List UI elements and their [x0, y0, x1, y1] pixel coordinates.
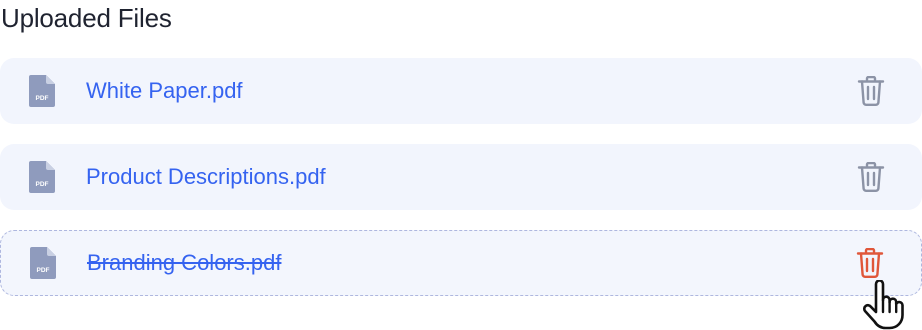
section-title: Uploaded Files [1, 3, 172, 33]
pdf-file-icon: PDF [29, 75, 55, 107]
delete-file-button[interactable] [856, 75, 886, 107]
trash-icon [856, 248, 884, 278]
file-row: PDF White Paper.pdf [0, 58, 922, 124]
file-name-link[interactable]: Product Descriptions.pdf [86, 163, 326, 191]
file-name-link[interactable]: White Paper.pdf [86, 77, 243, 105]
svg-text:PDF: PDF [37, 267, 50, 274]
file-row-removing: PDF Branding Colors.pdf [0, 230, 922, 296]
delete-file-button[interactable] [855, 247, 885, 279]
trash-icon [857, 76, 885, 106]
file-row: PDF Product Descriptions.pdf [0, 144, 922, 210]
file-name-link[interactable]: Branding Colors.pdf [87, 249, 281, 277]
trash-icon [857, 162, 885, 192]
delete-file-button[interactable] [856, 161, 886, 193]
file-list: PDF White Paper.pdf PDF Product Descript… [0, 58, 922, 316]
pdf-file-icon: PDF [30, 247, 56, 279]
pdf-file-icon: PDF [29, 161, 55, 193]
svg-text:PDF: PDF [36, 181, 49, 188]
svg-text:PDF: PDF [36, 95, 49, 102]
uploaded-files-panel: Uploaded Files PDF White Paper.pdf PDF P… [0, 0, 922, 330]
hand-pointer-icon [863, 280, 904, 330]
